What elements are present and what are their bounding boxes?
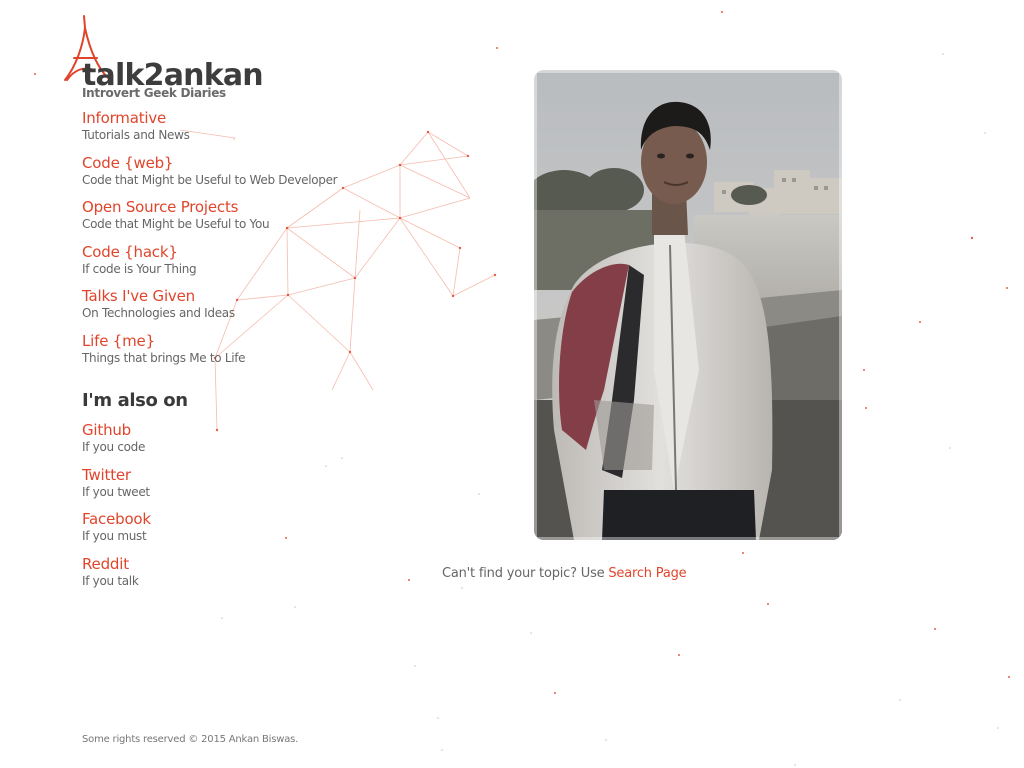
social-link-title[interactable]: Twitter	[82, 466, 332, 485]
social-link-reddit[interactable]: Reddit If you talk	[82, 555, 332, 600]
social-link-description: If you code	[82, 440, 146, 454]
search-note: Can't find your topic? Use Search Page	[442, 565, 687, 583]
page: talk2ankan Introvert Geek Diaries Inform…	[0, 0, 1024, 768]
nav-item-description: Tutorials and News	[82, 128, 190, 142]
nav-item-code-web[interactable]: Code {web} Code that Might be Useful to …	[82, 154, 412, 199]
social-link-description: If you talk	[82, 573, 139, 588]
social-link-twitter[interactable]: Twitter If you tweet	[82, 466, 332, 511]
nav-item-description: If code is Your Thing	[82, 261, 197, 276]
nav-item-title[interactable]: Code {hack}	[82, 243, 412, 262]
nav-item-description: Code that Might be Useful to Web Develop…	[82, 172, 338, 187]
profile-photo	[534, 70, 842, 540]
nav-item-informative[interactable]: Informative Tutorials and News	[82, 109, 412, 154]
nav-item-title[interactable]: Open Source Projects	[82, 198, 412, 217]
nav-item-description: Code that Might be Useful to You	[82, 217, 270, 232]
nav-item-description: On Technologies and Ideas	[82, 306, 235, 321]
social-link-title[interactable]: Github	[82, 421, 332, 440]
nav-item-description: Things that brings Me to Life	[82, 350, 246, 365]
social-link-facebook[interactable]: Facebook If you must	[82, 510, 332, 555]
nav-item-code-hack[interactable]: Code {hack} If code is Your Thing	[82, 243, 412, 288]
social-link-title[interactable]: Facebook	[82, 510, 332, 529]
social-link-description: If you tweet	[82, 484, 150, 499]
nav-item-open-source-projects[interactable]: Open Source Projects Code that Might be …	[82, 198, 412, 243]
social-links: Github If you code Twitter If you tweet …	[82, 421, 332, 599]
nav-item-title[interactable]: Code {web}	[82, 154, 412, 173]
footer-copyright: Some rights reserved © 2015 Ankan Biswas…	[82, 734, 299, 745]
profile-photo-frame	[528, 64, 850, 546]
nav-item-title[interactable]: Informative	[82, 109, 412, 128]
social-link-github[interactable]: Github If you code	[82, 421, 332, 466]
search-page-link[interactable]: Search Page	[608, 566, 686, 581]
site-subtitle: Introvert Geek Diaries	[82, 86, 226, 100]
search-note-text: Can't find your topic? Use	[442, 566, 609, 581]
also-on-heading: I'm also on	[82, 390, 188, 411]
nav-item-talks[interactable]: Talks I've Given On Technologies and Ide…	[82, 287, 412, 332]
nav-item-life-me[interactable]: Life {me} Things that brings Me to Life	[82, 332, 412, 377]
nav-item-title[interactable]: Talks I've Given	[82, 287, 412, 306]
nav-item-title[interactable]: Life {me}	[82, 332, 412, 351]
category-nav: Informative Tutorials and News Code {web…	[82, 109, 412, 377]
social-link-description: If you must	[82, 529, 147, 543]
social-link-title[interactable]: Reddit	[82, 555, 332, 574]
